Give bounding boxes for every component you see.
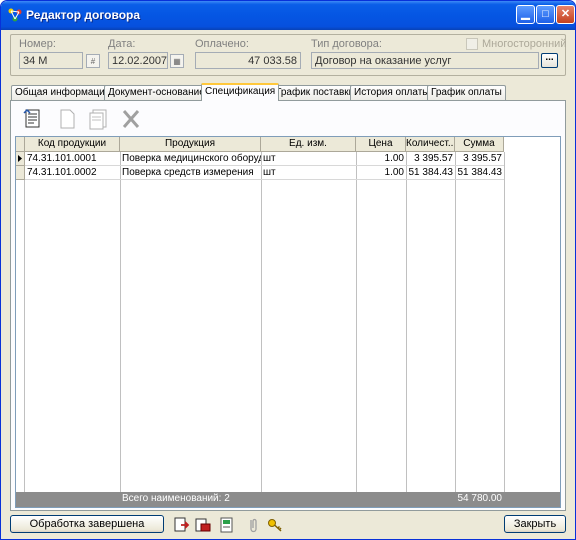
column-header-sum[interactable]: Сумма — [455, 137, 504, 152]
column-header-product[interactable]: Продукция — [120, 137, 261, 152]
window-title: Редактор договора — [26, 8, 141, 22]
export-document-icon[interactable] — [172, 516, 190, 534]
tab-label: График оплаты — [431, 87, 502, 98]
contract-type-label: Тип договора: — [311, 38, 382, 50]
minimize-icon: ▁ — [521, 8, 530, 20]
maximize-button[interactable]: □ — [536, 5, 555, 24]
app-icon — [8, 8, 22, 22]
date-field[interactable]: 12.02.2007 — [108, 52, 168, 69]
column-divider — [261, 152, 262, 492]
table-cell-price[interactable]: 1.00 — [356, 152, 406, 166]
specification-panel: Код продукции Продукция Ед. изм. Цена Ко… — [10, 100, 566, 511]
tab-label: Спецификация — [205, 86, 276, 97]
column-divider — [455, 152, 456, 492]
tab-label: Общая информация — [15, 87, 111, 98]
tab-label: История оплаты — [354, 87, 430, 98]
table-cell-product[interactable]: Поверка средств измерения — [120, 166, 261, 180]
table-cell-sum[interactable]: 51 384.43 — [455, 166, 504, 180]
tab-delivery-schedule[interactable]: График поставки — [272, 85, 359, 100]
table-cell-product[interactable]: Поверка медицинского оборудования — [120, 152, 261, 166]
table-cell-price[interactable]: 1.00 — [356, 166, 406, 180]
number-field[interactable]: 34 М — [19, 52, 83, 69]
table-cell-qty[interactable]: 3 395.57 — [406, 152, 455, 166]
date-label: Дата: — [108, 38, 136, 50]
table-cell-unit[interactable]: шт — [261, 152, 356, 166]
paperclip-icon[interactable] — [244, 516, 262, 534]
copy-document-icon[interactable] — [87, 107, 111, 131]
bottom-bar: Обработка завершена Закрыть — [5, 515, 571, 536]
column-divider — [406, 152, 407, 492]
processing-done-button[interactable]: Обработка завершена — [10, 515, 164, 533]
tab-label: График поставки — [276, 87, 355, 98]
current-row-arrow-icon — [18, 155, 22, 162]
table-cell-sum[interactable]: 3 395.57 — [455, 152, 504, 166]
multilateral-label: Многосторонний — [482, 38, 567, 50]
delete-icon[interactable] — [119, 107, 143, 131]
tab-specification[interactable]: Спецификация — [201, 83, 280, 101]
number-label: Номер: — [19, 38, 56, 50]
table-cell-qty[interactable]: 51 384.43 — [406, 166, 455, 180]
item-count-text: Всего наименований: 2 — [122, 493, 230, 504]
tab-general-info[interactable]: Общая информация — [11, 85, 115, 100]
column-header-qty[interactable]: Количест... — [406, 137, 455, 152]
title-bar[interactable]: Редактор договора ▁ □ ✕ — [1, 1, 575, 30]
table-cell-code[interactable]: 74.31.101.0002 — [25, 166, 120, 180]
key-icon[interactable] — [266, 516, 284, 534]
grid-footer: Всего наименований: 2 54 780.00 — [16, 492, 560, 507]
tab-base-document[interactable]: Документ-основание — [104, 85, 209, 100]
column-divider — [504, 152, 505, 492]
print-document-icon[interactable] — [194, 516, 212, 534]
table-cell-unit[interactable]: шт — [261, 166, 356, 180]
close-window-button[interactable]: ✕ — [556, 5, 575, 24]
close-icon: ✕ — [560, 8, 571, 20]
contract-type-browse-button[interactable]: ... — [541, 53, 558, 68]
column-header-code[interactable]: Код продукции — [25, 137, 120, 152]
tab-payment-schedule[interactable]: График оплаты — [427, 85, 506, 100]
total-sum-text: 54 780.00 — [457, 493, 503, 504]
ellipsis-icon: ... — [545, 52, 554, 63]
column-divider — [356, 152, 357, 492]
column-header-price[interactable]: Цена — [356, 137, 406, 152]
client-area: Номер: 34 М # Дата: 12.02.2007 ▦ Оплачен… — [5, 30, 571, 536]
tab-payment-history[interactable]: История оплаты — [350, 85, 434, 100]
contract-editor-window: Редактор договора ▁ □ ✕ Номер: 34 М # Да… — [0, 0, 576, 540]
paid-field: 47 033.58 — [195, 52, 301, 69]
number-picker-button[interactable]: # — [86, 54, 100, 68]
new-document-icon[interactable] — [55, 107, 79, 131]
specification-grid[interactable]: Код продукции Продукция Ед. изм. Цена Ко… — [15, 136, 561, 508]
edit-document-icon[interactable] — [21, 107, 45, 131]
table-cell-code[interactable]: 74.31.101.0001 — [25, 152, 120, 166]
paid-label: Оплачено: — [195, 38, 249, 50]
column-divider — [120, 152, 121, 492]
column-header-unit[interactable]: Ед. изм. — [261, 137, 356, 152]
row-header-corner — [16, 137, 25, 152]
tab-label: Документ-основание — [108, 87, 205, 98]
close-button[interactable]: Закрыть — [504, 515, 566, 533]
row-indicator[interactable] — [16, 152, 25, 166]
maximize-icon: □ — [542, 8, 549, 20]
row-indicator[interactable] — [16, 166, 25, 180]
contract-header-group: Номер: 34 М # Дата: 12.02.2007 ▦ Оплачен… — [10, 34, 566, 76]
multilateral-checkbox[interactable] — [466, 38, 478, 50]
grid-toolbar — [15, 105, 561, 133]
attach-file-icon[interactable] — [218, 516, 236, 534]
hash-icon: # — [90, 56, 96, 66]
calendar-icon: ▦ — [173, 56, 181, 66]
column-divider — [24, 152, 25, 492]
contract-type-field[interactable]: Договор на оказание услуг — [311, 52, 539, 69]
calendar-button[interactable]: ▦ — [170, 54, 184, 68]
minimize-button[interactable]: ▁ — [516, 5, 535, 24]
